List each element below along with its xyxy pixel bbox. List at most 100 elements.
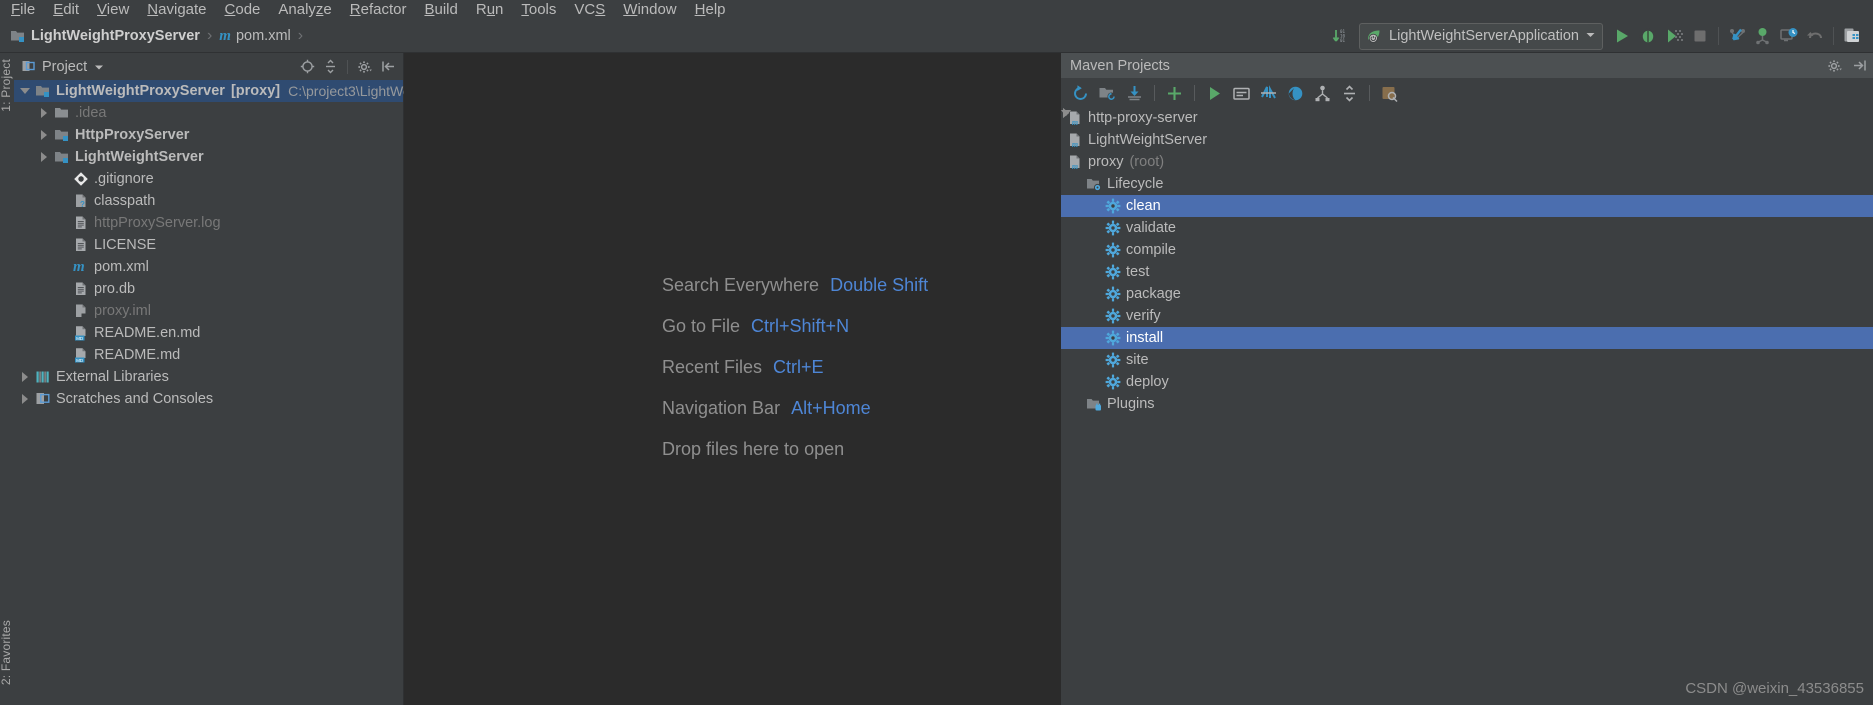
compile-binary-icon[interactable]: 01 10 01 xyxy=(1327,23,1353,49)
menu-item-code[interactable]: Code xyxy=(216,0,270,20)
breadcrumb-separator: › xyxy=(297,27,304,44)
sidebar-tab-project[interactable]: 1: Project xyxy=(0,59,13,112)
maven-tree-row[interactable]: validate xyxy=(1061,217,1873,239)
maven-tree-row[interactable]: m LightWeightServer xyxy=(1061,129,1873,151)
menu-item-edit[interactable]: Edit xyxy=(44,0,88,20)
chevron-right-icon[interactable] xyxy=(39,151,51,163)
tree-item-label: site xyxy=(1126,352,1149,368)
project-panel-actions xyxy=(297,57,403,77)
gear-icon[interactable] xyxy=(1825,56,1845,76)
plugins-folder-icon xyxy=(1086,396,1103,412)
maven-tree: m http-proxy-server m LightWeightServer m pro… xyxy=(1061,107,1873,415)
project-tree-row[interactable]: pro.db xyxy=(14,278,403,300)
run-button[interactable] xyxy=(1609,23,1635,49)
svg-text:01: 01 xyxy=(1340,38,1346,43)
maven-goal-icon xyxy=(1105,352,1122,368)
editor-hint-row: Go to File Ctrl+Shift+N xyxy=(404,316,1061,357)
vcs-rollback-button[interactable] xyxy=(1802,23,1828,49)
menu-item-vcs[interactable]: VCS xyxy=(565,0,614,20)
debug-button[interactable] xyxy=(1635,23,1661,49)
project-tree-row[interactable]: .idea xyxy=(14,102,403,124)
tree-item-label: LICENSE xyxy=(94,237,157,253)
breadcrumb-item[interactable]: LightWeightProxyServer xyxy=(10,28,200,44)
stop-button[interactable] xyxy=(1687,23,1713,49)
breadcrumb-item[interactable]: m pom.xml xyxy=(219,28,290,44)
run-coverage-button[interactable] xyxy=(1661,23,1687,49)
menu-item-window[interactable]: Window xyxy=(614,0,685,20)
maven-tree-row[interactable]: test xyxy=(1061,261,1873,283)
refresh-icon[interactable] xyxy=(1068,81,1093,105)
skip-tests-icon[interactable] xyxy=(1256,81,1281,105)
editor-empty-area[interactable]: Search Everywhere Double Shift Go to File C… xyxy=(404,53,1062,705)
menu-item-file[interactable]: File xyxy=(2,0,44,20)
project-tree-row[interactable]: .gitignore xyxy=(14,168,403,190)
run-triangle-icon[interactable] xyxy=(1202,81,1227,105)
breadcrumb-separator: › xyxy=(206,27,213,44)
menu-item-refactor[interactable]: Refactor xyxy=(341,0,416,20)
hide-panel-icon[interactable] xyxy=(378,57,398,77)
editor-hint-shortcut: Ctrl+E xyxy=(773,357,824,377)
run-configuration-selector[interactable]: LightWeightServerApplication xyxy=(1359,22,1603,50)
project-tree-row[interactable]: httpProxyServer.log xyxy=(14,212,403,234)
vcs-commit-button[interactable] xyxy=(1750,23,1776,49)
maven-settings-icon[interactable] xyxy=(1377,81,1402,105)
download-icon[interactable] xyxy=(1122,81,1147,105)
project-tree-row[interactable]: LightWeightServer xyxy=(14,146,403,168)
project-tree-row[interactable]: proxy.iml xyxy=(14,300,403,322)
collapse-all-icon[interactable] xyxy=(320,57,340,77)
chevron-right-icon[interactable] xyxy=(39,129,51,141)
maven-tree-row[interactable]: compile xyxy=(1061,239,1873,261)
project-tree-row[interactable]: MD README.md xyxy=(14,344,403,366)
project-tree-row[interactable]: External Libraries xyxy=(14,366,403,388)
chevron-down-icon[interactable] xyxy=(1585,27,1596,45)
terminal-icon[interactable] xyxy=(1229,81,1254,105)
project-tree-row[interactable]: Scratches and Consoles xyxy=(14,388,403,410)
offline-mode-icon[interactable] xyxy=(1283,81,1308,105)
chevron-down-icon[interactable] xyxy=(20,85,32,97)
lifecycle-folder-icon xyxy=(1086,176,1103,192)
project-tree-row[interactable]: m pom.xml xyxy=(14,256,403,278)
maven-tree-row[interactable]: m http-proxy-server xyxy=(1061,107,1873,129)
menu-item-tools[interactable]: Tools xyxy=(512,0,565,20)
chevron-down-icon[interactable] xyxy=(94,62,104,72)
project-tree-row[interactable]: LICENSE xyxy=(14,234,403,256)
project-tree-row[interactable]: HttpProxyServer xyxy=(14,124,403,146)
plus-icon[interactable] xyxy=(1162,81,1187,105)
gear-icon[interactable] xyxy=(355,57,375,77)
menu-item-run[interactable]: Run xyxy=(467,0,513,20)
sidebar-tab-favorites[interactable]: 2: Favorites xyxy=(0,620,13,685)
maven-toolbar-separator-2 xyxy=(1194,85,1195,101)
vcs-update-button[interactable] xyxy=(1724,23,1750,49)
project-tree-row[interactable]: ? classpath xyxy=(14,190,403,212)
chevron-right-icon[interactable] xyxy=(20,393,32,405)
maven-tree-row[interactable]: package xyxy=(1061,283,1873,305)
project-tree-row[interactable]: MD README.en.md xyxy=(14,322,403,344)
maven-tree-row[interactable]: clean xyxy=(1061,195,1873,217)
maven-goal-icon xyxy=(1105,198,1122,214)
tree-item-suffix: [proxy] xyxy=(230,83,281,99)
collapse-all-icon[interactable] xyxy=(1337,81,1362,105)
maven-tree-row[interactable]: Lifecycle xyxy=(1061,173,1873,195)
maven-tree-row[interactable]: m proxy (root) xyxy=(1061,151,1873,173)
db-table-button[interactable] xyxy=(1839,23,1865,49)
project-tree-row[interactable]: LightWeightProxyServer [proxy] C:\project3… xyxy=(14,80,429,102)
menu-item-view[interactable]: View xyxy=(88,0,138,20)
crosshair-icon[interactable] xyxy=(297,57,317,77)
breadcrumb: LightWeightProxyServer › m pom.xml › xyxy=(0,27,310,45)
vcs-history-button[interactable] xyxy=(1776,23,1802,49)
menu-item-analyze[interactable]: Analyze xyxy=(269,0,340,20)
menu-item-navigate[interactable]: Navigate xyxy=(138,0,215,20)
maven-tree-row[interactable]: Plugins xyxy=(1061,393,1873,415)
chevron-right-icon[interactable] xyxy=(20,371,32,383)
menu-item-help[interactable]: Help xyxy=(686,0,735,20)
maven-tree-row[interactable]: install xyxy=(1061,327,1873,349)
hide-panel-icon[interactable] xyxy=(1849,56,1869,76)
dependency-graph-icon[interactable] xyxy=(1310,81,1335,105)
maven-tree-row[interactable]: deploy xyxy=(1061,371,1873,393)
folder-refresh-icon[interactable] xyxy=(1095,81,1120,105)
menu-item-build[interactable]: Build xyxy=(415,0,466,20)
chevron-right-icon[interactable] xyxy=(39,107,51,119)
maven-tree-row[interactable]: site xyxy=(1061,349,1873,371)
maven-tree-row[interactable]: verify xyxy=(1061,305,1873,327)
editor-hint-label: Recent Files xyxy=(662,357,763,377)
